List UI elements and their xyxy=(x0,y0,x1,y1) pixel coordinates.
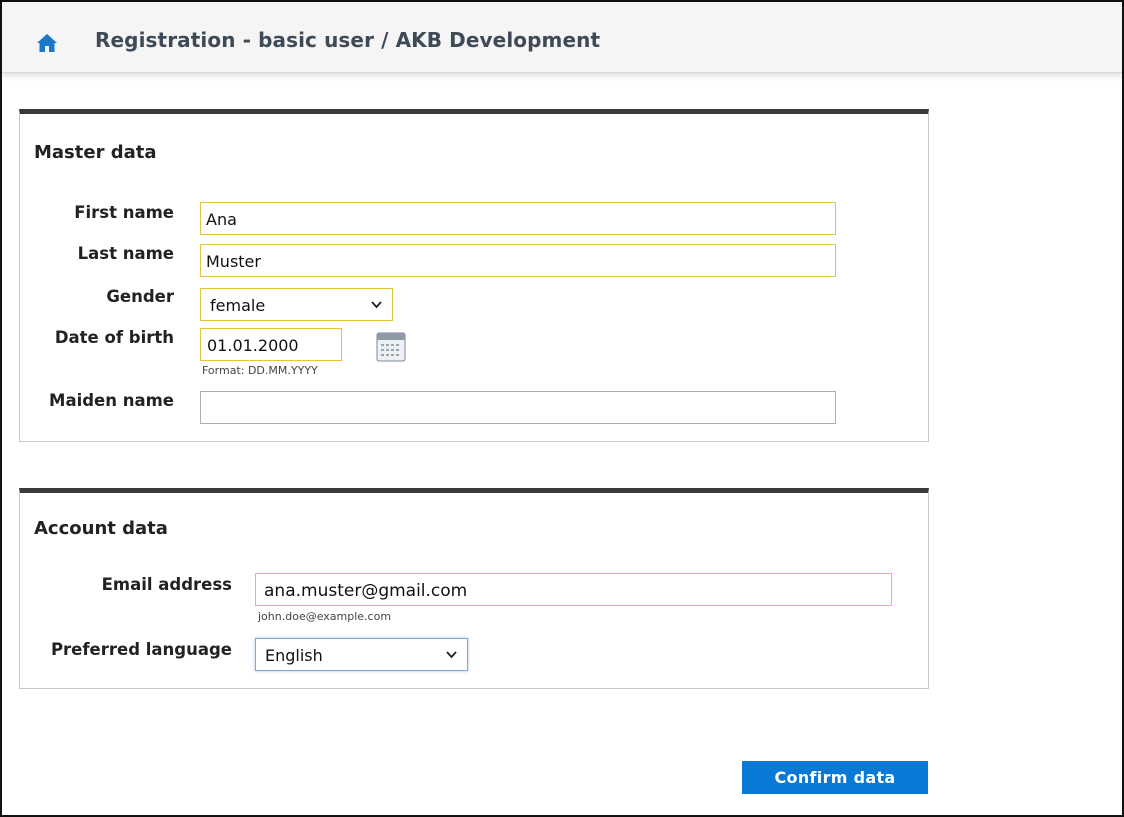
gender-select[interactable]: female xyxy=(200,288,393,321)
last-name-label: Last name xyxy=(77,244,174,263)
date-format-hint: Format: DD.MM.YYYY xyxy=(202,364,318,377)
account-data-title: Account data xyxy=(34,518,168,539)
chevron-down-icon xyxy=(446,651,457,659)
preferred-language-label: Preferred language xyxy=(50,640,232,659)
header-bar: Registration - basic user / AKB Developm… xyxy=(2,2,1122,73)
first-name-field[interactable]: Ana xyxy=(200,202,836,235)
first-name-label: First name xyxy=(74,203,174,222)
last-name-field[interactable]: Muster xyxy=(200,244,836,277)
email-hint: john.doe@example.com xyxy=(258,610,392,623)
preferred-language-select[interactable]: English xyxy=(255,638,468,671)
confirm-data-button[interactable]: Confirm data xyxy=(742,761,928,794)
preferred-language-value: English xyxy=(265,646,323,665)
email-address-field[interactable]: ana.muster@gmail.com xyxy=(255,573,892,606)
chevron-down-icon xyxy=(371,301,382,309)
master-data-panel: Master data First name Ana Last name Mus… xyxy=(19,109,929,442)
home-icon[interactable] xyxy=(36,33,58,53)
page-title: Registration - basic user / AKB Developm… xyxy=(95,28,601,52)
date-of-birth-field[interactable]: 01.01.2000 xyxy=(200,328,342,361)
calendar-icon[interactable] xyxy=(376,332,406,362)
email-address-label: Email address xyxy=(101,575,232,594)
maiden-name-label: Maiden name xyxy=(49,391,174,410)
master-data-title: Master data xyxy=(34,142,157,163)
maiden-name-field[interactable] xyxy=(200,391,836,424)
gender-value: female xyxy=(210,296,266,315)
gender-label: Gender xyxy=(106,287,174,306)
account-data-panel: Account data Email address ana.muster@gm… xyxy=(19,488,929,689)
date-of-birth-label: Date of birth xyxy=(54,328,174,347)
